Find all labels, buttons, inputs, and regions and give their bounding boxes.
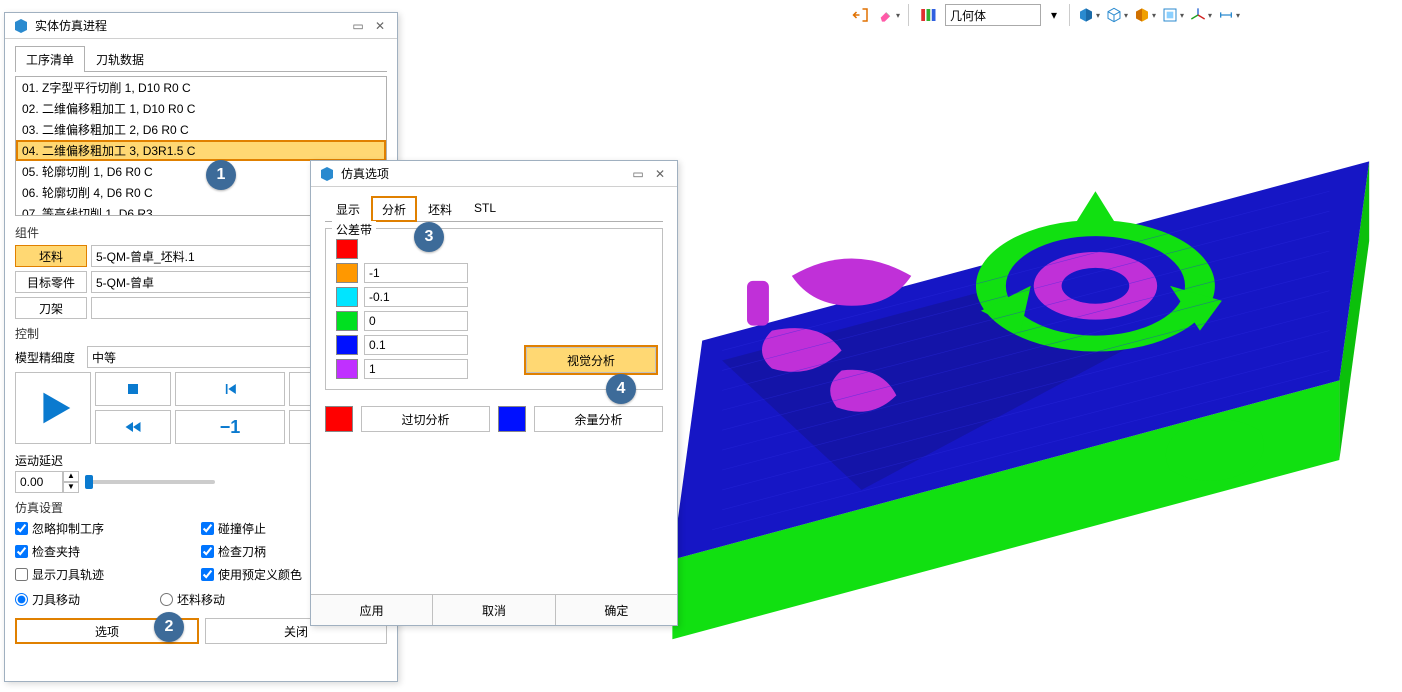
close-icon[interactable]: ✕ [651, 165, 669, 183]
tol-input[interactable] [364, 335, 468, 355]
blank-label: 坯料 [15, 245, 87, 267]
main-toolbar: ▾ ▾ ▾ ▾ ▾ ▾ ▾ ▾ [850, 4, 1240, 26]
visual-analysis-button[interactable]: 视觉分析 [526, 347, 656, 373]
chk-trace[interactable]: 显示刀具轨迹 [15, 566, 201, 583]
options-tabs: 显示 分析 坯料 STL [325, 195, 663, 222]
tol-input[interactable] [364, 287, 468, 307]
color-swatch[interactable] [336, 287, 358, 307]
overcut-swatch[interactable] [325, 406, 353, 432]
list-item-selected[interactable]: 04. 二维偏移粗加工 3, D3R1.5 C [16, 140, 386, 161]
panel-header: 实体仿真进程 ▭ ✕ [5, 13, 397, 39]
remain-button[interactable]: 余量分析 [534, 406, 663, 432]
step-badge-2: 2 [154, 612, 184, 642]
delay-stepper[interactable]: ▲▼ [15, 471, 79, 493]
radio-tool-move[interactable]: 刀具移动 [15, 591, 80, 608]
precision-label: 模型精细度 [15, 349, 87, 366]
wire-cube-icon[interactable]: ▾ [1106, 4, 1128, 26]
remain-swatch[interactable] [498, 406, 526, 432]
view-icon[interactable]: ▾ [1162, 4, 1184, 26]
ok-button[interactable]: 确定 [556, 595, 677, 625]
tab-stl[interactable]: STL [463, 196, 507, 222]
overcut-button[interactable]: 过切分析 [361, 406, 490, 432]
tab-analyze[interactable]: 分析 [371, 196, 417, 222]
tol-input[interactable] [364, 311, 468, 331]
solid-cube-icon[interactable]: ▾ [1078, 4, 1100, 26]
color-swatch[interactable] [336, 311, 358, 331]
spin-up-icon[interactable]: ▲ [63, 471, 79, 482]
minimize-icon[interactable]: ▭ [349, 17, 367, 35]
cancel-button[interactable]: 取消 [433, 595, 555, 625]
delay-slider[interactable] [85, 480, 215, 484]
dialog-buttons: 应用 取消 确定 [311, 594, 677, 625]
spin-down-icon[interactable]: ▼ [63, 482, 79, 493]
tolerance-group: 公差带 视觉分析 [325, 228, 663, 390]
rewind-button[interactable] [95, 410, 171, 444]
panel-header: 仿真选项 ▭ ✕ [311, 161, 677, 187]
geometry-select[interactable] [945, 4, 1041, 26]
skip-start-button[interactable] [175, 372, 285, 406]
measure-icon[interactable]: ▾ [1218, 4, 1240, 26]
list-item[interactable]: 02. 二维偏移粗加工 1, D10 R0 C [16, 98, 386, 119]
sim-tabs: 工序清单 刀轨数据 [15, 45, 387, 72]
color-swatch[interactable] [336, 359, 358, 379]
panel-title: 实体仿真进程 [35, 17, 345, 34]
chevron-down-icon[interactable]: ▾ [1047, 4, 1061, 26]
radio-blank-move[interactable]: 坯料移动 [160, 591, 225, 608]
tab-blank[interactable]: 坯料 [417, 196, 463, 222]
list-item[interactable]: 01. Z字型平行切削 1, D10 R0 C [16, 77, 386, 98]
tol-input[interactable] [364, 263, 468, 283]
play-button[interactable] [15, 372, 91, 444]
close-icon[interactable]: ✕ [371, 17, 389, 35]
tolerance-label: 公差带 [332, 221, 376, 238]
exit-icon[interactable] [850, 4, 872, 26]
app-icon [13, 18, 29, 34]
step-back-button[interactable]: −1 [175, 410, 285, 444]
tab-toolpath-data[interactable]: 刀轨数据 [85, 46, 155, 72]
holder-label: 刀架 [15, 297, 87, 319]
color-swatch[interactable] [336, 263, 358, 283]
step-badge-4: 4 [606, 374, 636, 404]
delay-input[interactable] [15, 471, 63, 493]
step-badge-1: 1 [206, 160, 236, 190]
stop-button[interactable] [95, 372, 171, 406]
target-label: 目标零件 [15, 271, 87, 293]
delay-label: 运动延迟 [15, 452, 313, 469]
shaded-icon[interactable]: ▾ [1134, 4, 1156, 26]
step-badge-3: 3 [414, 222, 444, 252]
palette-icon[interactable] [917, 4, 939, 26]
chk-ignore[interactable]: 忽略抑制工序 [15, 520, 201, 537]
tab-process-list[interactable]: 工序清单 [15, 46, 85, 72]
tab-display[interactable]: 显示 [325, 196, 371, 222]
eraser-icon[interactable]: ▾ [878, 4, 900, 26]
chk-fixture[interactable]: 检查夹持 [15, 543, 201, 560]
panel-title: 仿真选项 [341, 165, 625, 182]
minimize-icon[interactable]: ▭ [629, 165, 647, 183]
tol-input[interactable] [364, 359, 468, 379]
axis-icon[interactable]: ▾ [1190, 4, 1212, 26]
color-swatch[interactable] [336, 335, 358, 355]
apply-button[interactable]: 应用 [311, 595, 433, 625]
app-icon [319, 166, 335, 182]
color-swatch[interactable] [336, 239, 358, 259]
list-item[interactable]: 03. 二维偏移粗加工 2, D6 R0 C [16, 119, 386, 140]
